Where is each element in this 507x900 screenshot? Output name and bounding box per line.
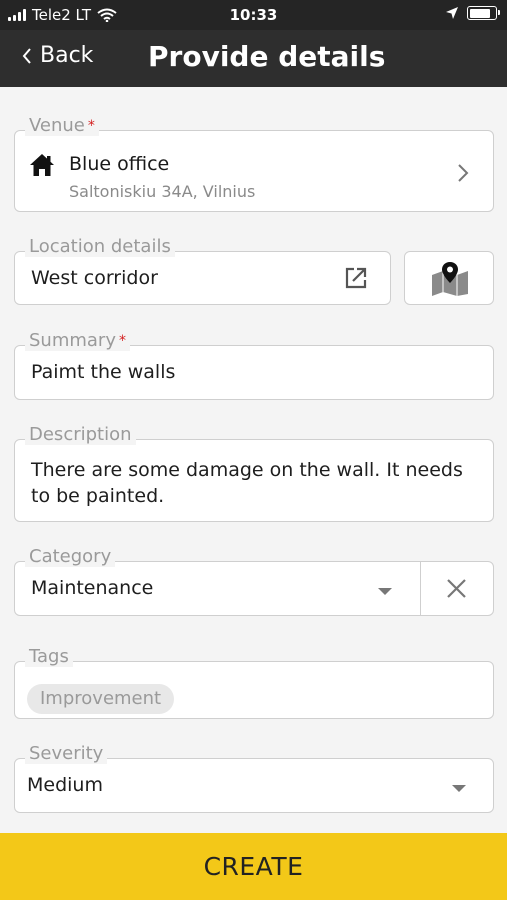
create-button[interactable]: CREATE bbox=[0, 833, 507, 900]
summary-value: Paimt the walls bbox=[31, 361, 176, 383]
location-details-field[interactable]: Location details West corridor bbox=[14, 237, 391, 305]
venue-field[interactable]: Venue * Blue office Saltoniskiu 34A, Viln… bbox=[14, 116, 494, 212]
status-right bbox=[445, 6, 500, 20]
location-details-value: West corridor bbox=[31, 267, 158, 289]
status-time: 10:33 bbox=[229, 6, 278, 24]
venue-name: Blue office bbox=[69, 153, 170, 175]
battery-fill bbox=[469, 8, 490, 18]
category-field[interactable]: Category Maintenance bbox=[14, 547, 494, 616]
required-mark: * bbox=[119, 333, 126, 349]
tags-label: Tags bbox=[25, 647, 73, 667]
category-value: Maintenance bbox=[31, 577, 154, 599]
description-field[interactable]: Description There are some damage on the… bbox=[14, 425, 494, 522]
external-link-icon[interactable] bbox=[344, 266, 368, 290]
chevron-left-icon bbox=[22, 47, 31, 64]
severity-label: Severity bbox=[25, 744, 108, 764]
tags-field[interactable]: Tags Improvement bbox=[14, 647, 494, 719]
chevron-right-icon bbox=[458, 164, 469, 182]
page-title: Provide details bbox=[148, 40, 386, 73]
summary-field[interactable]: Summary * Paimt the walls bbox=[14, 331, 494, 400]
home-icon bbox=[30, 154, 54, 176]
location-details-label: Location details bbox=[25, 237, 175, 257]
clear-category-button[interactable] bbox=[421, 562, 493, 615]
caret-down-icon[interactable] bbox=[377, 587, 393, 596]
battery-icon bbox=[467, 6, 500, 20]
tag-chip[interactable]: Improvement bbox=[27, 684, 175, 714]
severity-value: Medium bbox=[27, 774, 103, 796]
venue-address: Saltoniskiu 34A, Vilnius bbox=[69, 182, 256, 201]
back-button[interactable]: Back bbox=[22, 43, 93, 68]
status-bar: Tele2 LT 10:33 bbox=[0, 0, 507, 30]
map-button[interactable] bbox=[404, 251, 494, 305]
category-label: Category bbox=[25, 547, 116, 567]
required-mark: * bbox=[87, 118, 95, 134]
nav-bar: Back Provide details bbox=[0, 30, 507, 87]
back-label: Back bbox=[40, 43, 94, 68]
location-arrow-icon bbox=[446, 7, 458, 19]
venue-label: Venue bbox=[29, 115, 85, 136]
caret-down-icon bbox=[452, 785, 466, 792]
map-pin-icon bbox=[432, 262, 468, 296]
close-icon bbox=[447, 579, 466, 598]
description-value: There are some damage on the wall. It ne… bbox=[31, 459, 463, 507]
summary-label: Summary bbox=[29, 330, 116, 351]
venue-legend: Venue * bbox=[25, 116, 99, 136]
description-label: Description bbox=[25, 425, 136, 445]
summary-legend: Summary * bbox=[25, 331, 130, 351]
severity-field[interactable]: Severity Medium bbox=[14, 744, 494, 813]
